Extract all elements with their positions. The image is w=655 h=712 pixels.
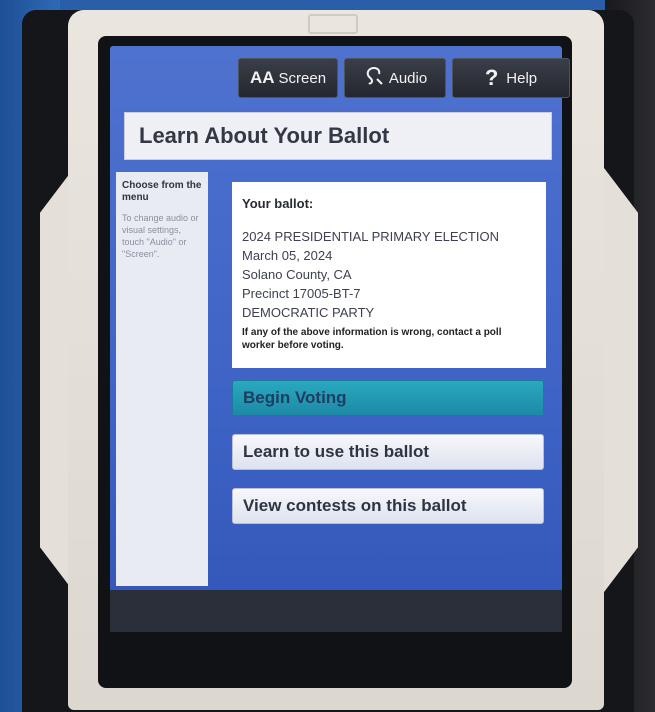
party-name: DEMOCRATIC PARTY <box>242 305 375 320</box>
sidebar-note: To change audio or visual settings, touc… <box>122 213 199 259</box>
device-slot <box>308 14 358 34</box>
view-contests-button[interactable]: View contests on this ballot <box>232 488 544 524</box>
ear-icon <box>363 65 385 92</box>
election-date: March 05, 2024 <box>242 248 333 263</box>
help-icon: ? <box>484 65 499 90</box>
page-title: Learn About Your Ballot <box>124 112 552 160</box>
help-button[interactable]: ? Help <box>452 58 570 98</box>
learn-ballot-button[interactable]: Learn to use this ballot <box>232 434 544 470</box>
bezel-side-right <box>598 160 638 600</box>
ballot-warning: If any of the above information is wrong… <box>242 327 502 351</box>
screen-bottom-bar <box>110 590 562 632</box>
settings-toolbar: AA Screen Audio ? Help <box>238 58 570 100</box>
ballot-info-panel: Your ballot: 2024 PRESIDENTIAL PRIMARY E… <box>232 182 546 368</box>
county-name: Solano County, CA <box>242 267 352 282</box>
screen-button-label: Screen <box>278 69 327 87</box>
election-name: 2024 PRESIDENTIAL PRIMARY ELECTION <box>242 229 499 244</box>
sidebar-panel: Choose from the menu To change audio or … <box>116 172 208 586</box>
ballot-label: Your ballot: <box>242 196 314 211</box>
begin-voting-button[interactable]: Begin Voting <box>232 380 544 416</box>
help-button-label: Help <box>506 69 538 87</box>
precinct-name: Precinct 17005-BT-7 <box>242 286 361 301</box>
screen-settings-button[interactable]: AA Screen <box>238 58 338 98</box>
photo-scene: AA Screen Audio ? Help Learn About Your … <box>0 0 655 712</box>
audio-settings-button[interactable]: Audio <box>344 58 446 98</box>
audio-button-label: Audio <box>388 69 428 87</box>
sidebar-heading: Choose from the menu <box>122 180 202 203</box>
text-size-icon: AA <box>249 68 275 87</box>
